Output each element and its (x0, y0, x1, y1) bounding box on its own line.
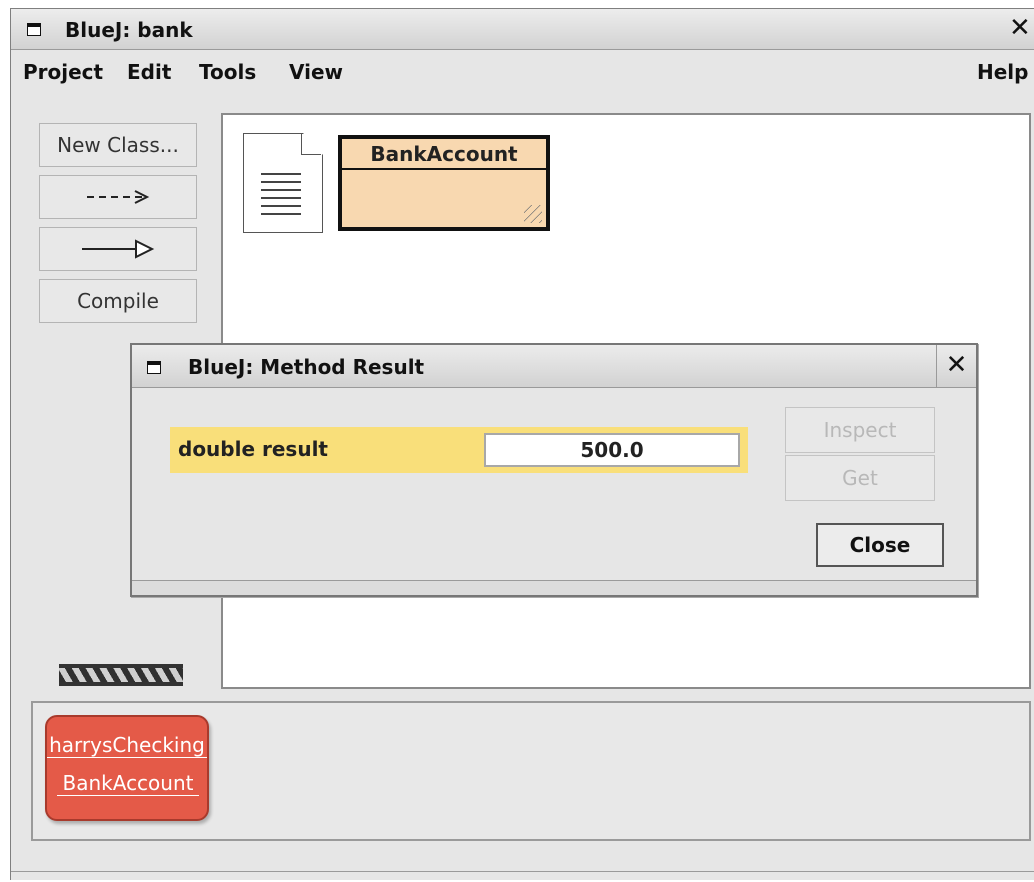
document-line (261, 181, 301, 183)
result-label: double result (178, 437, 328, 461)
inspect-button[interactable]: Inspect (785, 407, 935, 453)
document-line (261, 189, 301, 191)
result-value-field[interactable]: 500.0 (484, 433, 740, 467)
class-bankaccount[interactable]: BankAccount (338, 135, 550, 231)
dialog-titlebar[interactable]: BlueJ: Method Result ✕ (132, 345, 976, 388)
close-button[interactable]: Close (816, 523, 944, 567)
compile-button[interactable]: Compile (39, 279, 197, 323)
method-result-dialog: BlueJ: Method Result ✕ double result 500… (130, 343, 978, 597)
status-bar (11, 871, 1034, 882)
object-harryschecking[interactable]: harrysChecking BankAccount (45, 715, 209, 821)
new-class-button[interactable]: New Class... (39, 123, 197, 167)
menu-view[interactable]: View (289, 60, 343, 84)
object-type-label: BankAccount (57, 771, 199, 796)
inheritance-arrow-button[interactable] (39, 227, 197, 271)
object-bench: harrysChecking BankAccount (31, 701, 1031, 841)
dependency-arrow-button[interactable] (39, 175, 197, 219)
document-line (261, 197, 301, 199)
main-titlebar[interactable]: BlueJ: bank ✕ (11, 9, 1034, 50)
menubar: Project Edit Tools View Help (11, 50, 1034, 90)
menu-help[interactable]: Help (977, 60, 1028, 84)
document-line (261, 213, 301, 215)
object-name-label: harrysChecking (47, 733, 207, 758)
document-fold (301, 133, 321, 155)
menu-edit[interactable]: Edit (127, 60, 171, 84)
menu-tools[interactable]: Tools (199, 60, 256, 84)
window-title: BlueJ: bank (65, 18, 193, 42)
machine-activity-indicator (59, 664, 183, 686)
dashed-arrow-icon (87, 190, 150, 204)
window-close-icon[interactable]: ✕ (1009, 13, 1031, 43)
dialog-bottom-edge (132, 580, 976, 595)
inheritance-arrow-icon (82, 239, 155, 259)
compiled-hatch-icon (524, 205, 542, 223)
dialog-menu-icon[interactable] (147, 361, 161, 374)
class-name-label: BankAccount (342, 139, 546, 170)
document-line (261, 205, 301, 207)
get-button[interactable]: Get (785, 455, 935, 501)
result-row: double result 500.0 (170, 427, 748, 473)
dialog-title: BlueJ: Method Result (188, 355, 425, 379)
dialog-close-icon[interactable]: ✕ (936, 345, 976, 387)
window-menu-icon[interactable] (27, 23, 41, 36)
menu-project[interactable]: Project (23, 60, 103, 84)
document-line (261, 173, 301, 175)
